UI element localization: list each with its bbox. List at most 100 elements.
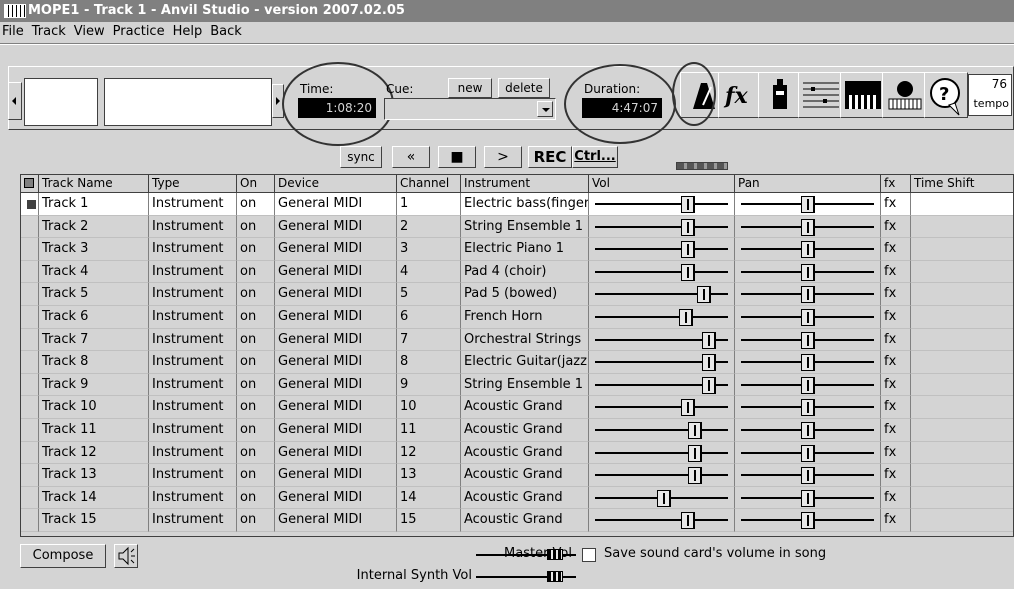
- track-time-shift-cell[interactable]: [911, 283, 1013, 306]
- row-selector[interactable]: [21, 351, 39, 374]
- pan-slider-thumb[interactable]: [800, 196, 815, 213]
- track-row[interactable]: Track 9 Instrument on General MIDI 9 String E…: [21, 373, 1013, 397]
- track-type-cell[interactable]: Instrument: [149, 328, 237, 352]
- scroll-left-button[interactable]: [8, 82, 22, 120]
- pan-slider-thumb[interactable]: [800, 263, 815, 281]
- track-instrument-cell[interactable]: Acoustic Grand: [461, 396, 589, 419]
- track-instrument-cell[interactable]: Electric Guitar(jazz): [461, 351, 589, 374]
- master-vol-slider[interactable]: [476, 549, 576, 560]
- pan-slider-thumb[interactable]: [800, 309, 815, 326]
- track-name-cell[interactable]: Track 11: [39, 419, 149, 442]
- row-selector[interactable]: [21, 215, 39, 239]
- track-type-cell[interactable]: Instrument: [149, 509, 237, 532]
- track-instrument-cell[interactable]: String Ensemble 1: [461, 373, 589, 397]
- pan-slider-thumb[interactable]: [800, 467, 815, 485]
- row-selector[interactable]: [21, 283, 39, 306]
- pan-slider[interactable]: [735, 351, 881, 374]
- track-fx-cell[interactable]: fx: [881, 509, 911, 532]
- track-instrument-cell[interactable]: Acoustic Grand: [461, 419, 589, 442]
- track-type-cell[interactable]: Instrument: [149, 396, 237, 419]
- track-row[interactable]: Track 11 Instrument on General MIDI 11 Acoust…: [21, 419, 1013, 442]
- track-instrument-cell[interactable]: Pad 4 (choir): [461, 260, 589, 284]
- pan-slider[interactable]: [735, 306, 881, 329]
- row-selector[interactable]: [21, 396, 39, 419]
- col-device[interactable]: Device: [275, 175, 397, 193]
- vol-slider-thumb[interactable]: [656, 489, 671, 507]
- track-row[interactable]: Track 14 Instrument on General MIDI 14 Acoust…: [21, 486, 1013, 510]
- track-time-shift-cell[interactable]: [911, 442, 1013, 465]
- pan-slider[interactable]: [735, 464, 881, 487]
- track-row[interactable]: Track 3 Instrument on General MIDI 3 Electric…: [21, 238, 1013, 261]
- track-channel-cell[interactable]: 6: [397, 306, 461, 329]
- play-button[interactable]: >: [484, 146, 522, 168]
- pan-slider-thumb[interactable]: [800, 399, 815, 417]
- track-fx-cell[interactable]: fx: [881, 260, 911, 284]
- track-name-cell[interactable]: Track 10: [39, 396, 149, 419]
- vol-slider[interactable]: [589, 260, 735, 284]
- vol-slider[interactable]: [589, 419, 735, 442]
- vol-slider-thumb[interactable]: [687, 444, 702, 462]
- vol-slider[interactable]: [589, 509, 735, 532]
- menu-track[interactable]: Track: [28, 22, 70, 42]
- vol-slider[interactable]: [589, 215, 735, 239]
- track-device-cell[interactable]: General MIDI: [275, 486, 397, 510]
- track-fx-cell[interactable]: fx: [881, 419, 911, 442]
- row-selector[interactable]: [21, 306, 39, 329]
- track-type-cell[interactable]: Instrument: [149, 373, 237, 397]
- row-selector[interactable]: [21, 464, 39, 487]
- menu-file[interactable]: File: [0, 22, 28, 42]
- track-channel-cell[interactable]: 7: [397, 328, 461, 352]
- col-track-name[interactable]: Track Name: [39, 175, 149, 193]
- track-name-cell[interactable]: Track 2: [39, 215, 149, 239]
- menu-help[interactable]: Help: [169, 22, 207, 42]
- song-position-field[interactable]: [24, 78, 98, 126]
- track-channel-cell[interactable]: 9: [397, 373, 461, 397]
- vol-slider-thumb[interactable]: [702, 376, 717, 394]
- vol-slider-thumb[interactable]: [680, 218, 695, 236]
- track-type-cell[interactable]: Instrument: [149, 306, 237, 329]
- pan-slider[interactable]: [735, 486, 881, 510]
- track-name-cell[interactable]: Track 5: [39, 283, 149, 306]
- vol-slider-thumb[interactable]: [680, 196, 695, 213]
- track-type-cell[interactable]: Instrument: [149, 283, 237, 306]
- sync-button[interactable]: sync: [340, 146, 382, 168]
- track-type-cell[interactable]: Instrument: [149, 486, 237, 510]
- track-type-cell[interactable]: Instrument: [149, 351, 237, 374]
- pan-slider-thumb[interactable]: [800, 331, 815, 349]
- row-selector[interactable]: [21, 441, 39, 465]
- track-name-cell[interactable]: Track 15: [39, 509, 149, 532]
- tempo-field[interactable]: 76 tempo: [968, 74, 1012, 116]
- track-instrument-cell[interactable]: Acoustic Grand: [461, 486, 589, 510]
- vol-slider[interactable]: [589, 396, 735, 419]
- row-selector[interactable]: [21, 260, 39, 284]
- track-device-cell[interactable]: General MIDI: [275, 373, 397, 397]
- vol-slider[interactable]: [589, 486, 735, 510]
- track-time-shift-cell[interactable]: [911, 351, 1013, 374]
- internal-synth-vol-thumb[interactable]: [547, 571, 564, 582]
- help-button[interactable]: ?: [924, 72, 968, 118]
- track-row[interactable]: Track 15 Instrument on General MIDI 15 Acoust…: [21, 509, 1013, 532]
- track-fx-cell[interactable]: fx: [881, 441, 911, 465]
- song-position-slider[interactable]: [104, 78, 272, 126]
- vol-slider-thumb[interactable]: [680, 512, 695, 530]
- track-device-cell[interactable]: General MIDI: [275, 260, 397, 284]
- track-name-cell[interactable]: Track 4: [39, 260, 149, 284]
- track-time-shift-cell[interactable]: [911, 487, 1013, 510]
- pan-slider[interactable]: [735, 396, 881, 419]
- track-device-cell[interactable]: General MIDI: [275, 396, 397, 419]
- track-instrument-cell[interactable]: Acoustic Grand: [461, 509, 589, 532]
- track-name-cell[interactable]: Track 3: [39, 238, 149, 261]
- vol-slider-thumb[interactable]: [680, 241, 695, 259]
- track-row[interactable]: Track 12 Instrument on General MIDI 12 Acoust…: [21, 441, 1013, 465]
- scroll-right-button[interactable]: [272, 84, 284, 118]
- vol-slider[interactable]: [589, 328, 735, 352]
- track-device-cell[interactable]: General MIDI: [275, 215, 397, 239]
- track-name-cell[interactable]: Track 1: [39, 193, 149, 216]
- track-name-cell[interactable]: Track 8: [39, 351, 149, 374]
- pan-slider[interactable]: [735, 238, 881, 261]
- track-fx-cell[interactable]: fx: [881, 328, 911, 352]
- track-name-cell[interactable]: Track 12: [39, 441, 149, 465]
- track-fx-cell[interactable]: fx: [881, 396, 911, 419]
- pan-slider[interactable]: [735, 283, 881, 306]
- track-instrument-cell[interactable]: Acoustic Grand: [461, 441, 589, 465]
